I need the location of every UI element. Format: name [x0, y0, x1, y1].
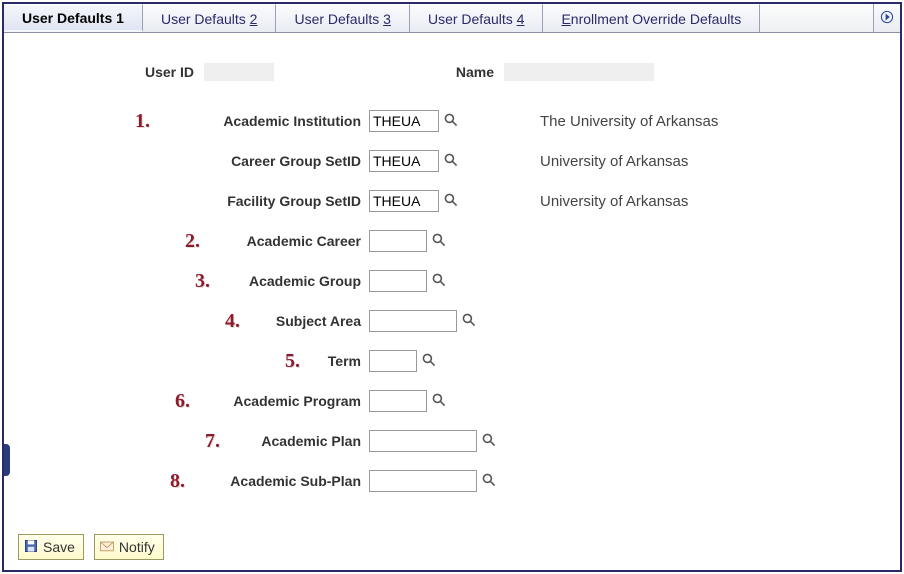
row-academic-program: 6. Academic Program	[4, 381, 900, 421]
tab-scroll-right[interactable]	[873, 4, 900, 32]
user-id-value	[204, 63, 274, 81]
marker-2: 2.	[4, 230, 204, 253]
header-row: User ID Name	[4, 33, 900, 91]
input-facility-group-setid[interactable]	[369, 190, 439, 212]
input-academic-plan[interactable]	[369, 430, 477, 452]
input-academic-institution[interactable]	[369, 110, 439, 132]
label-term: Term	[304, 353, 369, 369]
magnifier-icon	[431, 272, 447, 291]
marker-3: 3.	[4, 270, 214, 293]
marker-4: 4.	[4, 310, 244, 333]
row-academic-sub-plan: 8. Academic Sub-Plan	[4, 461, 900, 501]
label-career-group-setid: Career Group SetID	[154, 153, 369, 169]
tab-label: User Defaults 2	[161, 11, 258, 27]
magnifier-icon	[481, 472, 497, 491]
lookup-term[interactable]	[420, 352, 438, 370]
label-facility-group-setid: Facility Group SetID	[154, 193, 369, 209]
lookup-academic-program[interactable]	[430, 392, 448, 410]
magnifier-icon	[443, 152, 459, 171]
notify-button[interactable]: Notify	[94, 534, 164, 560]
lookup-facility-group-setid[interactable]	[442, 192, 460, 210]
marker-8: 8.	[4, 470, 189, 493]
app-window: User Defaults 1 User Defaults 2 User Def…	[2, 2, 902, 572]
lookup-academic-group[interactable]	[430, 272, 448, 290]
magnifier-icon	[421, 352, 437, 371]
desc-academic-institution: The University of Arkansas	[460, 113, 840, 130]
label-academic-career: Academic Career	[204, 233, 369, 249]
row-academic-group: 3. Academic Group	[4, 261, 900, 301]
notify-icon	[99, 538, 115, 557]
row-academic-plan: 7. Academic Plan	[4, 421, 900, 461]
lookup-subject-area[interactable]	[460, 312, 478, 330]
magnifier-icon	[443, 192, 459, 211]
side-stub	[2, 444, 10, 476]
label-subject-area: Subject Area	[244, 313, 369, 329]
input-career-group-setid[interactable]	[369, 150, 439, 172]
magnifier-icon	[431, 232, 447, 251]
tab-user-defaults-3[interactable]: User Defaults 3	[276, 4, 410, 32]
lookup-academic-sub-plan[interactable]	[480, 472, 498, 490]
desc-career-group-setid: University of Arkansas	[460, 153, 840, 170]
form-area: 1. Academic Institution The University o…	[4, 91, 900, 501]
name-label: Name	[456, 64, 494, 80]
lookup-academic-institution[interactable]	[442, 112, 460, 130]
lookup-academic-career[interactable]	[430, 232, 448, 250]
name-value	[504, 63, 654, 81]
magnifier-icon	[431, 392, 447, 411]
label-academic-program: Academic Program	[194, 393, 369, 409]
input-academic-group[interactable]	[369, 270, 427, 292]
input-term[interactable]	[369, 350, 417, 372]
save-button[interactable]: Save	[18, 534, 84, 560]
row-academic-career: 2. Academic Career	[4, 221, 900, 261]
desc-facility-group-setid: University of Arkansas	[460, 193, 840, 210]
tab-label: User Defaults 4	[428, 11, 525, 27]
tab-enrollment-override-defaults[interactable]: Enrollment Override Defaults	[543, 4, 760, 32]
label-academic-institution: Academic Institution	[154, 113, 369, 129]
row-academic-institution: 1. Academic Institution The University o…	[4, 101, 900, 141]
user-id-label: User ID	[145, 64, 194, 80]
magnifier-icon	[461, 312, 477, 331]
marker-1: 1.	[4, 110, 154, 133]
input-academic-program[interactable]	[369, 390, 427, 412]
input-subject-area[interactable]	[369, 310, 457, 332]
chevron-right-icon	[880, 10, 894, 27]
tab-label: User Defaults 3	[294, 11, 391, 27]
row-facility-group-setid: Facility Group SetID University of Arkan…	[4, 181, 900, 221]
tab-label: Enrollment Override Defaults	[561, 11, 741, 27]
tab-label: User Defaults 1	[22, 10, 124, 26]
marker-7: 7.	[4, 430, 224, 453]
label-academic-sub-plan: Academic Sub-Plan	[189, 473, 369, 489]
tab-user-defaults-4[interactable]: User Defaults 4	[410, 4, 544, 32]
input-academic-sub-plan[interactable]	[369, 470, 477, 492]
button-bar: Save Notify	[18, 534, 164, 560]
label-academic-group: Academic Group	[214, 273, 369, 289]
save-icon	[23, 538, 39, 557]
marker-5: 5.	[4, 350, 304, 373]
row-career-group-setid: Career Group SetID University of Arkansa…	[4, 141, 900, 181]
tab-bar: User Defaults 1 User Defaults 2 User Def…	[4, 4, 900, 33]
row-subject-area: 4. Subject Area	[4, 301, 900, 341]
marker-6: 6.	[4, 390, 194, 413]
row-term: 5. Term	[4, 341, 900, 381]
magnifier-icon	[443, 112, 459, 131]
magnifier-icon	[481, 432, 497, 451]
lookup-academic-plan[interactable]	[480, 432, 498, 450]
tab-user-defaults-1[interactable]: User Defaults 1	[4, 4, 143, 32]
input-academic-career[interactable]	[369, 230, 427, 252]
save-button-label: Save	[43, 539, 75, 555]
lookup-career-group-setid[interactable]	[442, 152, 460, 170]
notify-button-label: Notify	[119, 539, 155, 555]
label-academic-plan: Academic Plan	[224, 433, 369, 449]
tab-user-defaults-2[interactable]: User Defaults 2	[143, 4, 277, 32]
